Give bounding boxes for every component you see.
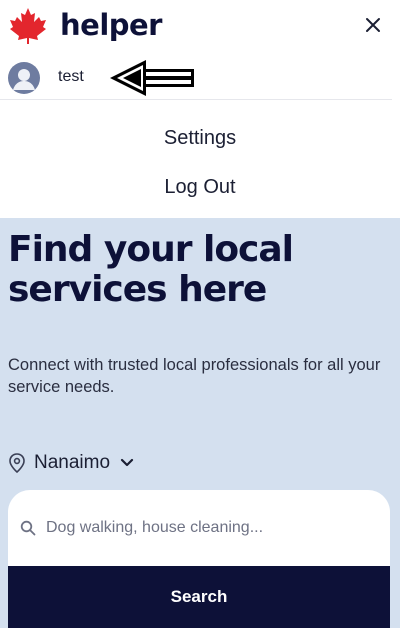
menu-item-settings[interactable]: Settings bbox=[0, 127, 400, 150]
menu-item-logout[interactable]: Log Out bbox=[0, 176, 400, 199]
hero-subtitle: Connect with trusted local professionals… bbox=[8, 356, 381, 396]
search-field[interactable] bbox=[8, 490, 390, 566]
maple-leaf-icon[interactable] bbox=[8, 7, 48, 45]
brand-name[interactable]: helper bbox=[60, 8, 162, 42]
close-icon[interactable] bbox=[362, 14, 384, 36]
hero-title: Find your local services here bbox=[8, 229, 294, 310]
location-pin-icon bbox=[9, 453, 25, 473]
search-button[interactable]: Search bbox=[8, 566, 390, 628]
user-avatar-icon[interactable] bbox=[8, 62, 40, 94]
search-icon bbox=[20, 520, 36, 536]
chevron-down-icon bbox=[120, 458, 134, 467]
search-card: Search bbox=[8, 490, 390, 628]
search-input[interactable] bbox=[46, 519, 366, 537]
app-header: helper bbox=[0, 0, 400, 54]
username: test bbox=[58, 68, 84, 85]
hero-section: Find your local services here Connect wi… bbox=[0, 218, 400, 628]
pointer-arrow-icon bbox=[110, 60, 194, 96]
location-selector[interactable]: Nanaimo bbox=[8, 450, 134, 476]
location-city: Nanaimo bbox=[34, 452, 111, 473]
